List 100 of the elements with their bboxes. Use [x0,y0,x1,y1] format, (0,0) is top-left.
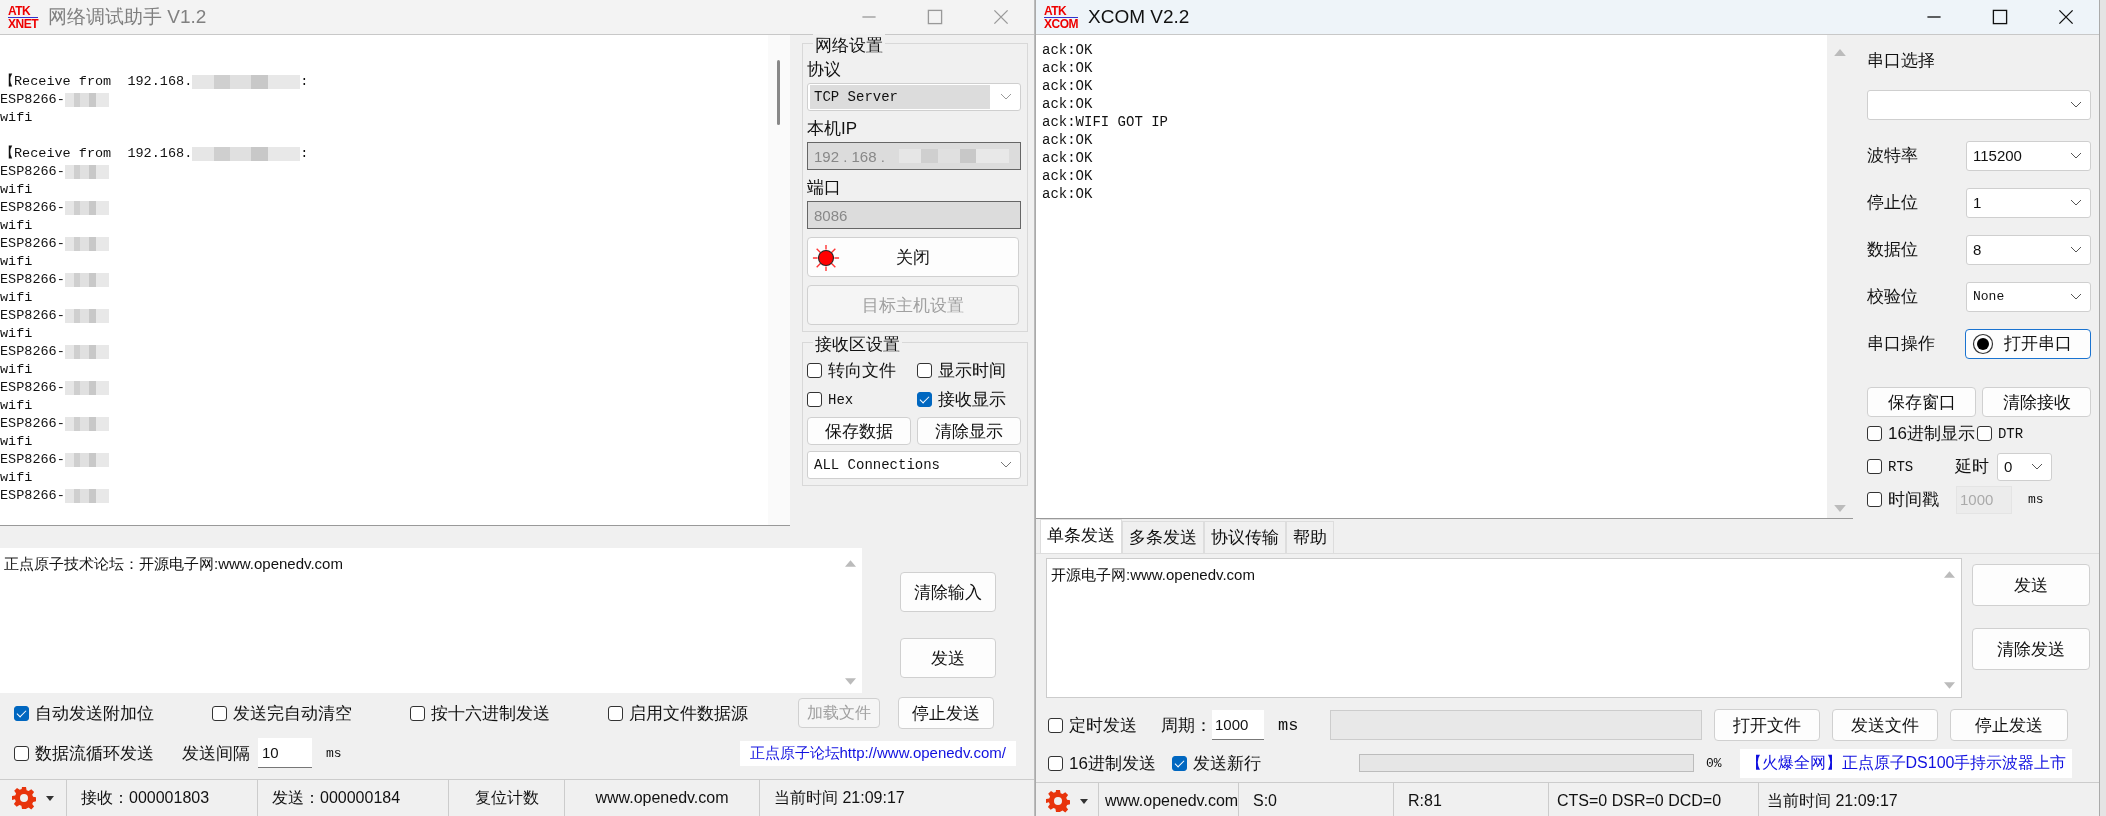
tab[interactable]: 多条发送 [1122,521,1204,553]
field-label: 校验位 [1867,286,1918,308]
setting-dropdown[interactable]: 8 [1966,234,2091,265]
tab[interactable]: 帮助 [1286,521,1334,553]
send-text: 开源电子网:www.openedv.com [1051,566,1255,583]
app-logo: ATK XCOM [1044,4,1078,30]
checkbox[interactable] [807,392,822,407]
field-label: 串口选择 [1867,50,1936,72]
file-button[interactable]: 停止发送 [1950,709,2069,741]
stop-send-button[interactable]: 停止发送 [898,697,994,729]
forum-link[interactable]: 正点原子论坛http://www.openedv.com/ [739,740,1016,766]
redaction-blur [64,417,109,431]
chevron-icon [2070,292,2082,301]
checkbox-label[interactable]: 时间戳 [1888,488,1939,511]
interval-field[interactable]: 10 [258,738,312,768]
checkbox-label[interactable]: 数据流循环发送 [35,741,154,765]
log-text: ESP8266- [0,163,65,181]
gear-icon[interactable] [12,786,36,810]
delay-dropdown[interactable]: 0 [1997,452,2052,481]
checkbox-label[interactable]: 16进制显示 [1888,422,1975,445]
setting-dropdown[interactable]: 1 [1966,187,2091,218]
log-text: : [300,73,309,91]
checkbox-label[interactable]: 显示时间 [938,359,1006,382]
log-text: wifi [0,361,33,379]
checkbox[interactable] [1048,755,1063,771]
checkbox[interactable] [1976,426,1992,441]
checkbox[interactable] [1048,717,1063,733]
file-button[interactable]: 打开文件 [1714,709,1821,741]
caret-icon[interactable] [1080,798,1088,804]
setting-dropdown[interactable]: None [1966,281,2091,312]
checkbox-label[interactable]: 自动发送附加位 [35,701,154,725]
checkbox[interactable] [1867,459,1882,474]
log-text: ack:OK [1042,59,1094,77]
checkbox[interactable] [410,705,425,721]
open-port-button[interactable]: 打开串口 [1965,328,2091,359]
log-text: ack:OK [1042,77,1094,95]
checkbox[interactable] [917,363,932,378]
checkbox-label[interactable]: 转向文件 [828,359,896,382]
tab[interactable]: 协议传输 [1204,521,1286,553]
connections-dropdown[interactable]: ALL Connections [807,451,1021,479]
checkbox[interactable] [1867,426,1882,441]
file-button[interactable]: 发送文件 [1832,709,1939,741]
group-title: 网络设置 [813,34,885,57]
setting-dropdown[interactable]: 115200 [1966,140,2091,171]
scrollbar[interactable] [768,35,790,525]
checkbox-label[interactable]: RTS [1888,458,1914,475]
tab[interactable]: 单条发送 [1040,519,1122,553]
send-button[interactable]: 发送 [1971,564,2090,606]
field-label: 串口操作 [1867,333,1935,355]
status-text: R:81 [1394,783,1549,816]
log-text: ack:OK [1042,41,1094,59]
panel-button[interactable]: 清除显示 [917,417,1021,445]
panel-button[interactable]: 保存数据 [807,417,911,445]
gear-icon[interactable] [1046,789,1070,813]
checkbox[interactable] [807,363,822,378]
checkbox-label[interactable]: 按十六进制发送 [431,701,550,725]
checkbox-label[interactable]: Hex [828,391,854,408]
period-field[interactable]: 1000 [1212,710,1264,740]
log-text: wifi [0,397,33,415]
log-text: ESP8266- [0,235,65,253]
checkbox-label[interactable]: 发送新行 [1192,751,1261,775]
log-text: wifi [0,181,33,199]
send-button[interactable]: 发送 [900,638,996,678]
checkbox-label[interactable]: 定时发送 [1069,713,1137,737]
scrollbar-thumb[interactable] [777,60,780,125]
field-label: 数据位 [1867,239,1918,261]
checkbox-label[interactable]: DTR [1997,425,2024,442]
status-text: www.openedv.com [565,780,760,816]
checkbox-label[interactable]: 发送完自动清空 [233,701,352,725]
redaction-blur [64,309,109,323]
redaction-blur [64,381,109,395]
field-label: 本机IP [807,118,859,140]
close-button[interactable]: 关闭 [807,237,1019,277]
checkbox[interactable] [14,745,29,761]
progress-reading: 0% [1705,755,1722,771]
checkbox-label[interactable]: 接收显示 [938,388,1006,411]
panel-button[interactable]: 清除接收 [1982,387,2091,417]
file-path-field[interactable] [1330,710,1703,740]
caret-icon[interactable] [46,795,54,801]
log-text: ESP8266- [0,271,65,289]
checkbox[interactable] [212,705,227,721]
protocol-dropdown[interactable]: TCP Server [807,83,1021,111]
send-button[interactable]: 清除输入 [900,572,996,612]
log-text: ESP8266- [0,199,65,217]
checkbox[interactable] [917,392,932,407]
log-text: wifi [0,433,33,451]
checkbox[interactable] [1171,755,1187,771]
panel-button[interactable]: 保存窗口 [1867,387,1976,417]
checkbox[interactable] [608,705,623,721]
log-text: ESP8266- [0,487,65,505]
checkbox[interactable] [1867,492,1882,507]
reset-count-button[interactable]: 复位计数 [449,780,565,816]
checkbox-label[interactable]: 启用文件数据源 [629,701,748,725]
field-label: 周期： [1161,714,1212,737]
ad-link[interactable]: 【火爆全网】正点原子DS100手持示波器上市 [1739,748,2073,778]
log-text: 【Receive from 192.168. [0,73,193,91]
checkbox[interactable] [14,705,29,721]
checkbox-label[interactable]: 16进制发送 [1069,751,1156,775]
send-button[interactable]: 清除发送 [1971,628,2090,670]
redaction-blur [64,237,109,251]
